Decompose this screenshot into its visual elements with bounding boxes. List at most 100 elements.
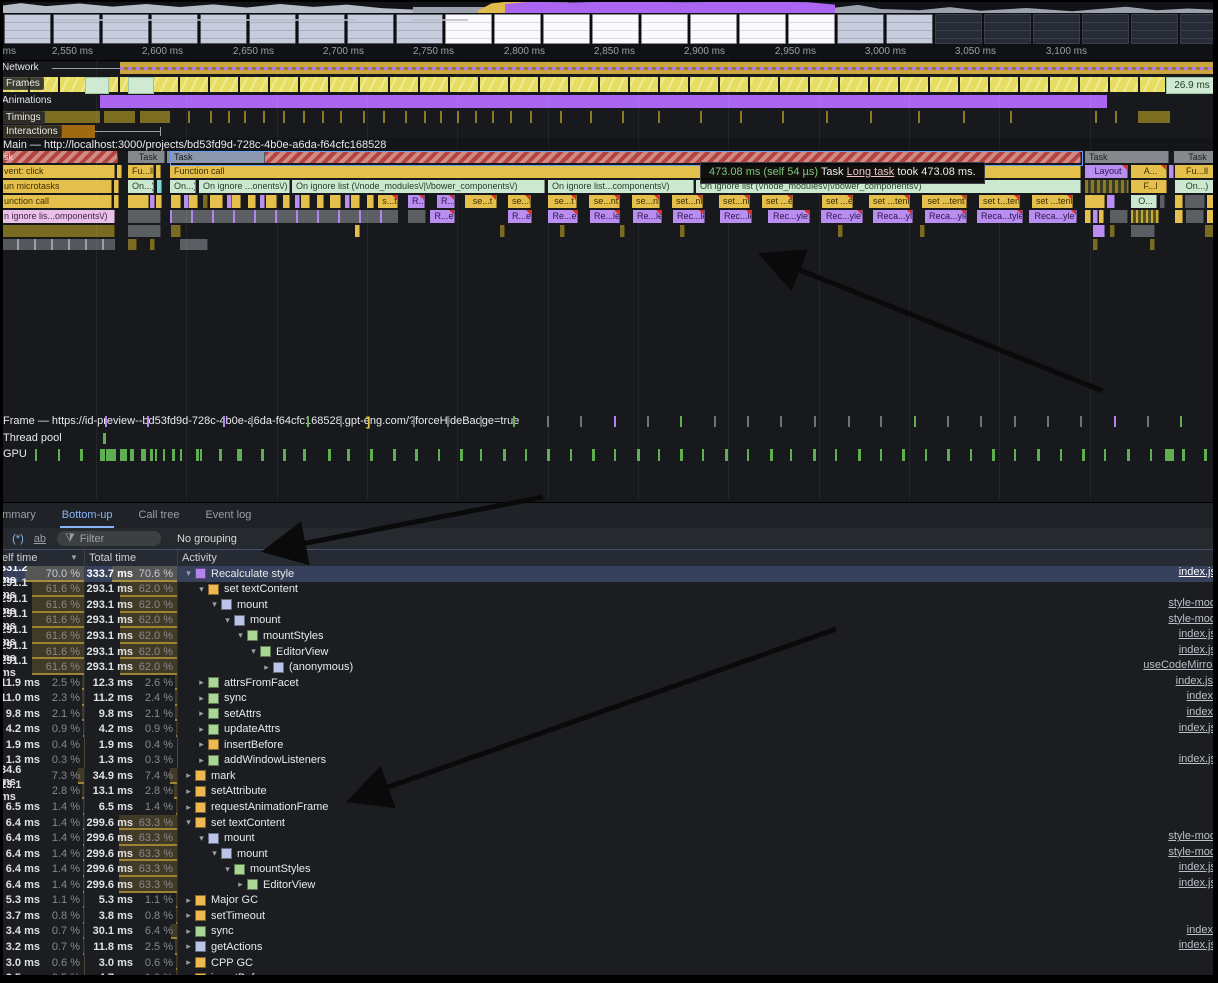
frame-event-tick[interactable] — [223, 416, 225, 427]
gpu-activity-tick[interactable] — [858, 449, 861, 461]
col-self-time[interactable]: elf time — [2, 552, 37, 564]
frame-event-tick[interactable] — [848, 416, 850, 427]
table-row[interactable]: 291.1 ms61.6 %293.1 ms62.0 %▾mountstyle-… — [0, 613, 1218, 629]
flame-bar[interactable] — [1175, 210, 1183, 223]
flame-bar-recle[interactable]: Rec...le — [720, 210, 752, 223]
expand-icon[interactable]: ▸ — [195, 708, 208, 719]
activity-cell[interactable]: ▸EditorView — [178, 877, 1218, 893]
table-row[interactable]: 291.1 ms61.6 %293.1 ms62.0 %▾EditorViewi… — [0, 644, 1218, 660]
timing-marker[interactable] — [1138, 111, 1170, 123]
activity-cell[interactable]: ▾set textContent — [178, 582, 1218, 598]
filmstrip[interactable] — [0, 13, 1218, 44]
gpu-activity-tick[interactable] — [1082, 449, 1085, 461]
filmstrip-thumbnail[interactable] — [690, 14, 737, 44]
flame-bar-recyle[interactable]: Rec...yle — [821, 210, 863, 223]
flame-bar-task[interactable]: Task — [1174, 151, 1218, 163]
table-row[interactable]: 3.0 ms0.6 %3.0 ms0.6 %▸CPP GC — [0, 955, 1218, 971]
table-row[interactable]: 6.4 ms1.4 %299.6 ms63.3 %▸EditorViewinde… — [0, 877, 1218, 893]
gpu-activity-tick[interactable] — [503, 449, 506, 461]
gpu-activity-tick[interactable] — [525, 449, 527, 461]
timing-marker[interactable] — [340, 111, 342, 123]
gpu-activity-tick[interactable] — [100, 449, 105, 461]
flame-bar-recle[interactable]: Rec...le — [673, 210, 705, 223]
gpu-activity-tick[interactable] — [370, 449, 373, 461]
frame-event-tick[interactable] — [580, 416, 582, 427]
flame-bar[interactable] — [150, 239, 155, 250]
flame-bar[interactable] — [1110, 225, 1115, 237]
flame-bar[interactable] — [317, 195, 324, 208]
flame-bar-recatyle[interactable]: Reca...tyle — [977, 210, 1023, 223]
expand-icon[interactable]: ▸ — [195, 724, 208, 735]
gpu-activity-tick[interactable] — [180, 449, 182, 461]
gpu-activity-tick[interactable] — [658, 449, 660, 461]
table-row[interactable]: 3.2 ms0.7 %11.8 ms2.5 %▸getActionsindex.… — [0, 939, 1218, 955]
gpu-activity-tick[interactable] — [992, 449, 995, 461]
source-link[interactable]: index.js — [1179, 722, 1216, 734]
timing-marker[interactable] — [210, 111, 212, 123]
flame-bar[interactable] — [1186, 210, 1204, 223]
flame-bar-onignorelist[interactable]: On ignore list...components\/) — [548, 180, 694, 193]
table-row[interactable]: 5.3 ms1.1 %5.3 ms1.1 %▸Major GC — [0, 893, 1218, 909]
collapse-icon[interactable]: ▾ — [182, 568, 195, 579]
activity-cell[interactable]: ▾mount — [178, 830, 1218, 846]
flame-bar[interactable] — [170, 210, 398, 223]
flame-bar[interactable] — [1085, 195, 1105, 208]
timing-marker[interactable] — [283, 111, 285, 123]
flame-bar-sent[interactable]: se...nt — [632, 195, 660, 208]
table-row[interactable]: 291.1 ms61.6 %293.1 ms62.0 %▾mountStyles… — [0, 628, 1218, 644]
timing-marker[interactable] — [560, 111, 562, 123]
gpu-activity-tick[interactable] — [393, 449, 396, 461]
timing-marker[interactable] — [918, 111, 920, 123]
gpu-activity-tick[interactable] — [1182, 449, 1185, 461]
flame-bar[interactable] — [1110, 210, 1128, 223]
gpu-activity-tick[interactable] — [902, 449, 905, 461]
source-link[interactable]: style-mod — [1168, 597, 1216, 609]
gpu-activity-tick[interactable] — [261, 449, 264, 461]
flame-bar[interactable] — [1093, 225, 1105, 237]
column-divider[interactable] — [177, 566, 178, 983]
frame-event-tick[interactable] — [105, 416, 107, 427]
grouping-select[interactable]: No grouping — [177, 533, 237, 545]
flame-bar[interactable] — [500, 225, 505, 237]
gpu-activity-tick[interactable] — [925, 449, 927, 461]
activity-cell[interactable]: ▸setAttrs — [178, 706, 1218, 722]
tab-bottom-up[interactable]: Bottom-up — [60, 503, 115, 528]
tab-call-tree[interactable]: Call tree — [136, 503, 181, 528]
table-row[interactable]: 13.1 ms2.8 %13.1 ms2.8 %▸setAttribute — [0, 784, 1218, 800]
flame-bar-task[interactable]: Task — [1085, 151, 1169, 163]
collapse-icon[interactable]: ▾ — [221, 864, 234, 875]
thread-pool-track[interactable]: Thread pool — [0, 431, 1218, 447]
activity-cell[interactable]: ▾mountStyles — [178, 861, 1218, 877]
frame-event-tick[interactable] — [647, 416, 649, 427]
network-requests-bar[interactable] — [120, 62, 1218, 74]
source-link[interactable]: style-mod — [1168, 613, 1216, 625]
source-link[interactable]: index.js — [1179, 566, 1216, 578]
flame-bar-onignorelist[interactable]: On ignore list (\/node_modules\/|\/bower… — [292, 180, 545, 193]
gpu-activity-tick[interactable] — [163, 449, 165, 461]
table-row[interactable]: 6.4 ms1.4 %299.6 ms63.3 %▾mountstyle-mod — [0, 830, 1218, 846]
track-network[interactable]: Network — [0, 61, 1218, 75]
gpu-activity-tick[interactable] — [835, 449, 837, 461]
table-row[interactable]: 291.1 ms61.6 %293.1 ms62.0 %▸(anonymous)… — [0, 659, 1218, 675]
gpu-activity-tick[interactable] — [970, 449, 972, 461]
gpu-activity-tick[interactable] — [80, 449, 83, 461]
flame-bar-set[interactable]: se...t — [548, 195, 577, 208]
table-row[interactable]: 6.4 ms1.4 %299.6 ms63.3 %▾set textConten… — [0, 815, 1218, 831]
gpu-activity-tick[interactable] — [570, 449, 572, 461]
flame-bar-sent[interactable]: se...nt — [589, 195, 620, 208]
timeline-overview[interactable] — [0, 0, 1218, 44]
flame-bar-settent[interactable]: set ...tent — [922, 195, 967, 208]
expand-icon[interactable]: ▸ — [182, 770, 195, 781]
timing-marker[interactable] — [782, 111, 784, 123]
filmstrip-thumbnail[interactable] — [739, 14, 786, 44]
frame-event-tick[interactable] — [814, 416, 816, 427]
flame-bar[interactable] — [367, 195, 374, 208]
flame-bar[interactable] — [680, 225, 685, 237]
flame-bar[interactable] — [1185, 195, 1205, 208]
filter-input[interactable]: ⧩ Filter — [57, 531, 161, 546]
flame-bar[interactable] — [920, 225, 925, 237]
timing-marker[interactable] — [188, 111, 190, 123]
flame-bar-setnt[interactable]: set...nt — [672, 195, 703, 208]
frame-duration-badge[interactable]: 26.9 ms — [1166, 77, 1218, 94]
track-timings[interactable]: Timings — [0, 110, 1218, 124]
